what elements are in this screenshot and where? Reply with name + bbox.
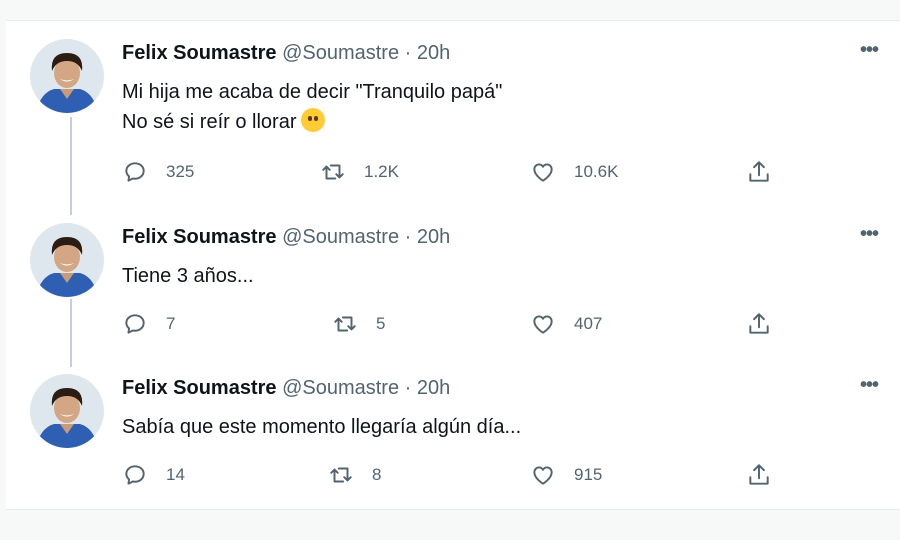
reply-button[interactable]: 7 [122, 311, 175, 337]
tweet-actions: 7 5 407 [122, 311, 882, 337]
separator-dot: · [404, 377, 412, 399]
separator-dot: · [404, 42, 412, 64]
author-handle[interactable]: @Soumastre [282, 377, 399, 399]
tweet-text-line: No sé si reír o llorar [122, 107, 502, 137]
author-handle[interactable]: @Soumastre [282, 226, 399, 248]
share-button[interactable] [746, 159, 772, 185]
reply-icon [125, 162, 145, 182]
heart-icon [533, 163, 553, 182]
author-handle[interactable]: @Soumastre [282, 42, 399, 64]
reply-count: 7 [166, 314, 176, 333]
retweet-count: 1.2K [364, 162, 399, 181]
reply-icon [125, 314, 145, 334]
retweet-icon [330, 467, 352, 483]
tweet-text-line: Mi hija me acaba de decir "Tranquilo pap… [122, 81, 503, 103]
share-icon [749, 313, 769, 334]
tweet[interactable]: Felix Soumastre @Soumastre · 20h ••• Sab… [6, 356, 900, 508]
author-name[interactable]: Felix Soumastre [122, 42, 277, 64]
separator-dot: · [404, 226, 412, 248]
retweet-button[interactable]: 1.2K [320, 159, 399, 185]
like-button[interactable]: 915 [530, 462, 602, 488]
author-name[interactable]: Felix Soumastre [122, 226, 277, 248]
avatar[interactable] [30, 223, 104, 297]
tweet-thread: Felix Soumastre @Soumastre · 20h ••• Mi … [6, 20, 900, 510]
tweet-text: Sabía que este momento llegaría algún dí… [122, 412, 521, 442]
heart-icon [533, 315, 553, 334]
reply-icon [125, 465, 145, 485]
share-icon [749, 464, 769, 485]
tweet[interactable]: Felix Soumastre @Soumastre · 20h ••• Tie… [6, 205, 900, 357]
like-button[interactable]: 407 [530, 311, 602, 337]
tweet[interactable]: Felix Soumastre @Soumastre · 20h ••• Mi … [6, 21, 900, 207]
tweet-text: Mi hija me acaba de decir "Tranquilo pap… [122, 77, 502, 137]
retweet-count: 5 [376, 314, 386, 333]
tweet-timestamp[interactable]: 20h [417, 42, 450, 64]
retweet-count: 8 [372, 465, 382, 484]
tweet-header: Felix Soumastre @Soumastre · 20h [122, 225, 450, 249]
like-count: 407 [574, 314, 603, 333]
tweet-timestamp[interactable]: 20h [417, 226, 450, 248]
tweet-actions: 325 1.2K 10.6K [122, 159, 882, 185]
reply-count: 14 [166, 465, 185, 484]
tweet-actions: 14 8 915 [122, 462, 882, 488]
like-count: 915 [574, 465, 603, 484]
reply-button[interactable]: 325 [122, 159, 194, 185]
tweet-timestamp[interactable]: 20h [417, 377, 450, 399]
retweet-icon [322, 164, 344, 180]
tweet-header: Felix Soumastre @Soumastre · 20h [122, 41, 450, 65]
heart-icon [533, 466, 553, 485]
more-horizontal-icon[interactable]: ••• [856, 224, 882, 249]
share-icon [749, 161, 769, 182]
author-name[interactable]: Felix Soumastre [122, 377, 277, 399]
like-count: 10.6K [574, 162, 619, 181]
share-button[interactable] [746, 311, 772, 337]
reply-button[interactable]: 14 [122, 462, 185, 488]
share-button[interactable] [746, 462, 772, 488]
avatar[interactable] [30, 39, 104, 113]
more-horizontal-icon[interactable]: ••• [856, 40, 882, 65]
more-horizontal-icon[interactable]: ••• [856, 375, 882, 400]
tweet-header: Felix Soumastre @Soumastre · 20h [122, 376, 450, 400]
tweet-text-line: Sabía que este momento llegaría algún dí… [122, 416, 522, 438]
retweet-button[interactable]: 5 [332, 311, 385, 337]
retweet-button[interactable]: 8 [328, 462, 381, 488]
avatar[interactable] [30, 374, 104, 448]
tweet-text-line: Tiene 3 años... [122, 265, 254, 287]
retweet-icon [334, 316, 356, 332]
reply-count: 325 [166, 162, 195, 181]
like-button[interactable]: 10.6K [530, 159, 618, 185]
no-mouth-face-emoji [300, 108, 325, 132]
tweet-text: Tiene 3 años... [122, 261, 254, 291]
